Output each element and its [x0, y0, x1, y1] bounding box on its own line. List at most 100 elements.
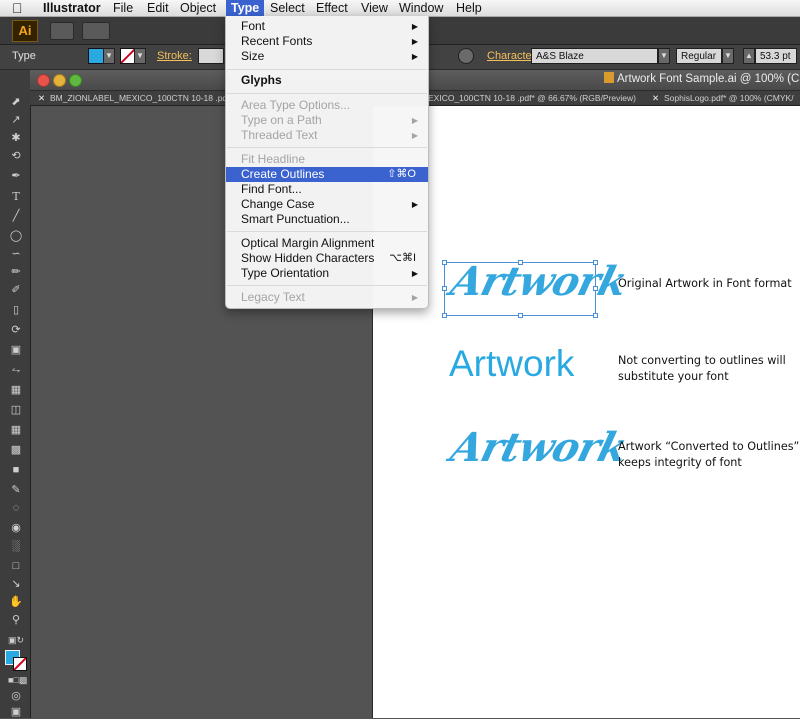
eyedropper-tool-icon[interactable]: ✎: [8, 484, 24, 497]
drawing-mode-icon[interactable]: ◎: [8, 690, 24, 703]
mesh-tool-icon[interactable]: ▩: [8, 444, 24, 457]
fill-dropdown-arrow[interactable]: ▼: [103, 48, 115, 64]
resize-handle[interactable]: [518, 313, 523, 318]
shape-builder-tool-icon[interactable]: ◫: [8, 404, 24, 417]
magic-wand-tool-icon[interactable]: ✱: [8, 132, 24, 145]
menu-item-smart-punctuation[interactable]: Smart Punctuation...: [226, 212, 428, 227]
document-tab-2[interactable]: EXICO_100CTN 10-18 .pdf* @ 66.67% (RGB/P…: [428, 91, 636, 105]
resize-handle[interactable]: [442, 286, 447, 291]
slice-tool-icon[interactable]: ↘: [8, 578, 24, 591]
arrange-documents-icon[interactable]: [82, 22, 110, 40]
default-colors-icon[interactable]: ▣↻: [8, 634, 24, 647]
paintbrush-tool-icon[interactable]: ∽: [8, 248, 24, 261]
menu-item-find-font[interactable]: Find Font...: [226, 182, 428, 197]
menu-item-recent-fonts[interactable]: Recent Fonts ▶: [226, 34, 428, 49]
color-gradient-none-icon[interactable]: ■□▩: [8, 674, 27, 687]
recolor-artwork-icon[interactable]: [458, 48, 474, 64]
font-family-dropdown-arrow[interactable]: ▼: [658, 48, 670, 64]
document-title: Artwork Font Sample.ai @ 100% (CMYK: [617, 73, 800, 85]
no-stroke-icon: [120, 48, 136, 64]
menu-file[interactable]: File: [113, 0, 133, 16]
menu-item-optical-margin-alignment[interactable]: Optical Margin Alignment: [226, 236, 428, 251]
type-tool-icon[interactable]: T: [8, 190, 24, 203]
menu-item-show-hidden-characters[interactable]: Show Hidden Characters ⌥⌘I: [226, 251, 428, 266]
apple-icon[interactable]: : [12, 0, 23, 16]
submenu-arrow-icon: ▶: [411, 269, 418, 278]
artboard[interactable]: [372, 106, 800, 718]
rotate-tool-icon[interactable]: ⟳: [8, 324, 24, 337]
width-tool-icon[interactable]: ⥊: [8, 364, 24, 377]
menu-effect[interactable]: Effect: [316, 0, 348, 16]
scale-tool-icon[interactable]: ▣: [8, 344, 24, 357]
menu-bar:  Illustrator File Edit Object Type Sele…: [0, 0, 800, 17]
blend-tool-icon[interactable]: ◌: [8, 502, 24, 515]
screen-mode-icon[interactable]: ▣: [8, 706, 24, 719]
menu-item-create-outlines[interactable]: Create Outlines ⇧⌘O: [226, 167, 428, 182]
document-file-icon: [604, 72, 614, 83]
submenu-arrow-icon: ▶: [411, 37, 418, 46]
perspective-grid-tool-icon[interactable]: ▦: [8, 424, 24, 437]
menu-item-change-case[interactable]: Change Case ▶: [226, 197, 428, 212]
bridge-icon[interactable]: [50, 22, 74, 40]
pen-tool-icon[interactable]: ✒: [8, 170, 24, 183]
menu-help[interactable]: Help: [456, 0, 482, 16]
tab-close-icon[interactable]: ✕: [652, 91, 659, 105]
font-family-field[interactable]: A&S Blaze: [531, 48, 658, 64]
free-transform-tool-icon[interactable]: ▦: [8, 384, 24, 397]
zoom-window-icon[interactable]: [69, 74, 82, 87]
minimize-window-icon[interactable]: [53, 74, 66, 87]
document-tab-3[interactable]: SophisLogo.pdf* @ 100% (CMYK/: [664, 91, 794, 105]
menu-app-name[interactable]: Illustrator: [43, 0, 101, 16]
submenu-arrow-icon: ▶: [411, 22, 418, 31]
font-size-field[interactable]: 53.3 pt: [755, 48, 797, 64]
caption-substitute-line-2: substitute your font: [618, 370, 729, 383]
symbol-sprayer-tool-icon[interactable]: ◉: [8, 522, 24, 535]
menu-item-font[interactable]: Font ▶: [226, 19, 428, 34]
blob-brush-tool-icon[interactable]: ✐: [8, 284, 24, 297]
eraser-tool-icon[interactable]: ▯: [8, 304, 24, 317]
selection-tool-icon[interactable]: ⬈: [8, 96, 24, 109]
shortcut-create-outlines: ⇧⌘O: [387, 168, 416, 180]
stroke-label[interactable]: Stroke:: [157, 50, 192, 62]
font-size-stepper[interactable]: ▲: [743, 48, 755, 64]
stroke-weight-field[interactable]: [198, 48, 224, 64]
pencil-tool-icon[interactable]: ✏: [8, 266, 24, 279]
menu-item-size[interactable]: Size ▶: [226, 49, 428, 64]
resize-handle[interactable]: [442, 260, 447, 265]
font-style-field[interactable]: Regular: [676, 48, 722, 64]
resize-handle[interactable]: [593, 313, 598, 318]
menu-type[interactable]: Type: [226, 0, 265, 16]
stroke-indicator[interactable]: [13, 657, 27, 671]
stroke-dropdown-arrow[interactable]: ▼: [134, 48, 146, 64]
artwork-outlined-text[interactable]: Artwork: [446, 424, 631, 471]
menu-item-glyphs[interactable]: Glyphs: [226, 73, 428, 88]
gradient-tool-icon[interactable]: ■: [8, 464, 24, 477]
menu-object[interactable]: Object: [180, 0, 216, 16]
menu-view[interactable]: View: [361, 0, 388, 16]
tab-close-icon[interactable]: ✕: [38, 91, 45, 105]
lasso-tool-icon[interactable]: ⟲: [8, 150, 24, 163]
menu-item-area-type-options: Area Type Options...: [241, 98, 351, 112]
menu-window[interactable]: Window: [399, 0, 443, 16]
column-graph-tool-icon[interactable]: ░: [8, 540, 24, 553]
caption-outlines-line-1: Artwork “Converted to Outlines”: [618, 440, 800, 453]
menu-select[interactable]: Select: [270, 0, 305, 16]
font-style-dropdown-arrow[interactable]: ▼: [722, 48, 734, 64]
artwork-font-text[interactable]: Artwork: [446, 258, 631, 305]
line-tool-icon[interactable]: ╱: [8, 210, 24, 223]
menu-item-type-orientation[interactable]: Type Orientation ▶: [226, 266, 428, 281]
artboard-tool-icon[interactable]: □: [8, 560, 24, 573]
fill-color-swatch[interactable]: [88, 48, 104, 64]
caption-original-font: Original Artwork in Font format: [618, 277, 792, 290]
tools-panel: ⬈ ↗ ✱ ⟲ ✒ T ╱ ◯ ∽ ✏ ✐ ▯ ⟳ ▣ ⥊ ▦ ◫ ▦ ▩ ■ …: [0, 70, 31, 718]
document-tab-1[interactable]: BM_ZIONLABEL_MEXICO_100CTN 10-18 .pdf: [50, 91, 230, 105]
artwork-substituted-text[interactable]: Artwork: [449, 343, 574, 385]
menu-edit[interactable]: Edit: [147, 0, 169, 16]
submenu-arrow-icon: ▶: [411, 293, 418, 302]
resize-handle[interactable]: [442, 313, 447, 318]
direct-selection-tool-icon[interactable]: ↗: [8, 114, 24, 127]
ellipse-tool-icon[interactable]: ◯: [8, 230, 24, 243]
zoom-tool-icon[interactable]: ⚲: [8, 614, 24, 627]
hand-tool-icon[interactable]: ✋: [8, 596, 24, 609]
close-window-icon[interactable]: [37, 74, 50, 87]
